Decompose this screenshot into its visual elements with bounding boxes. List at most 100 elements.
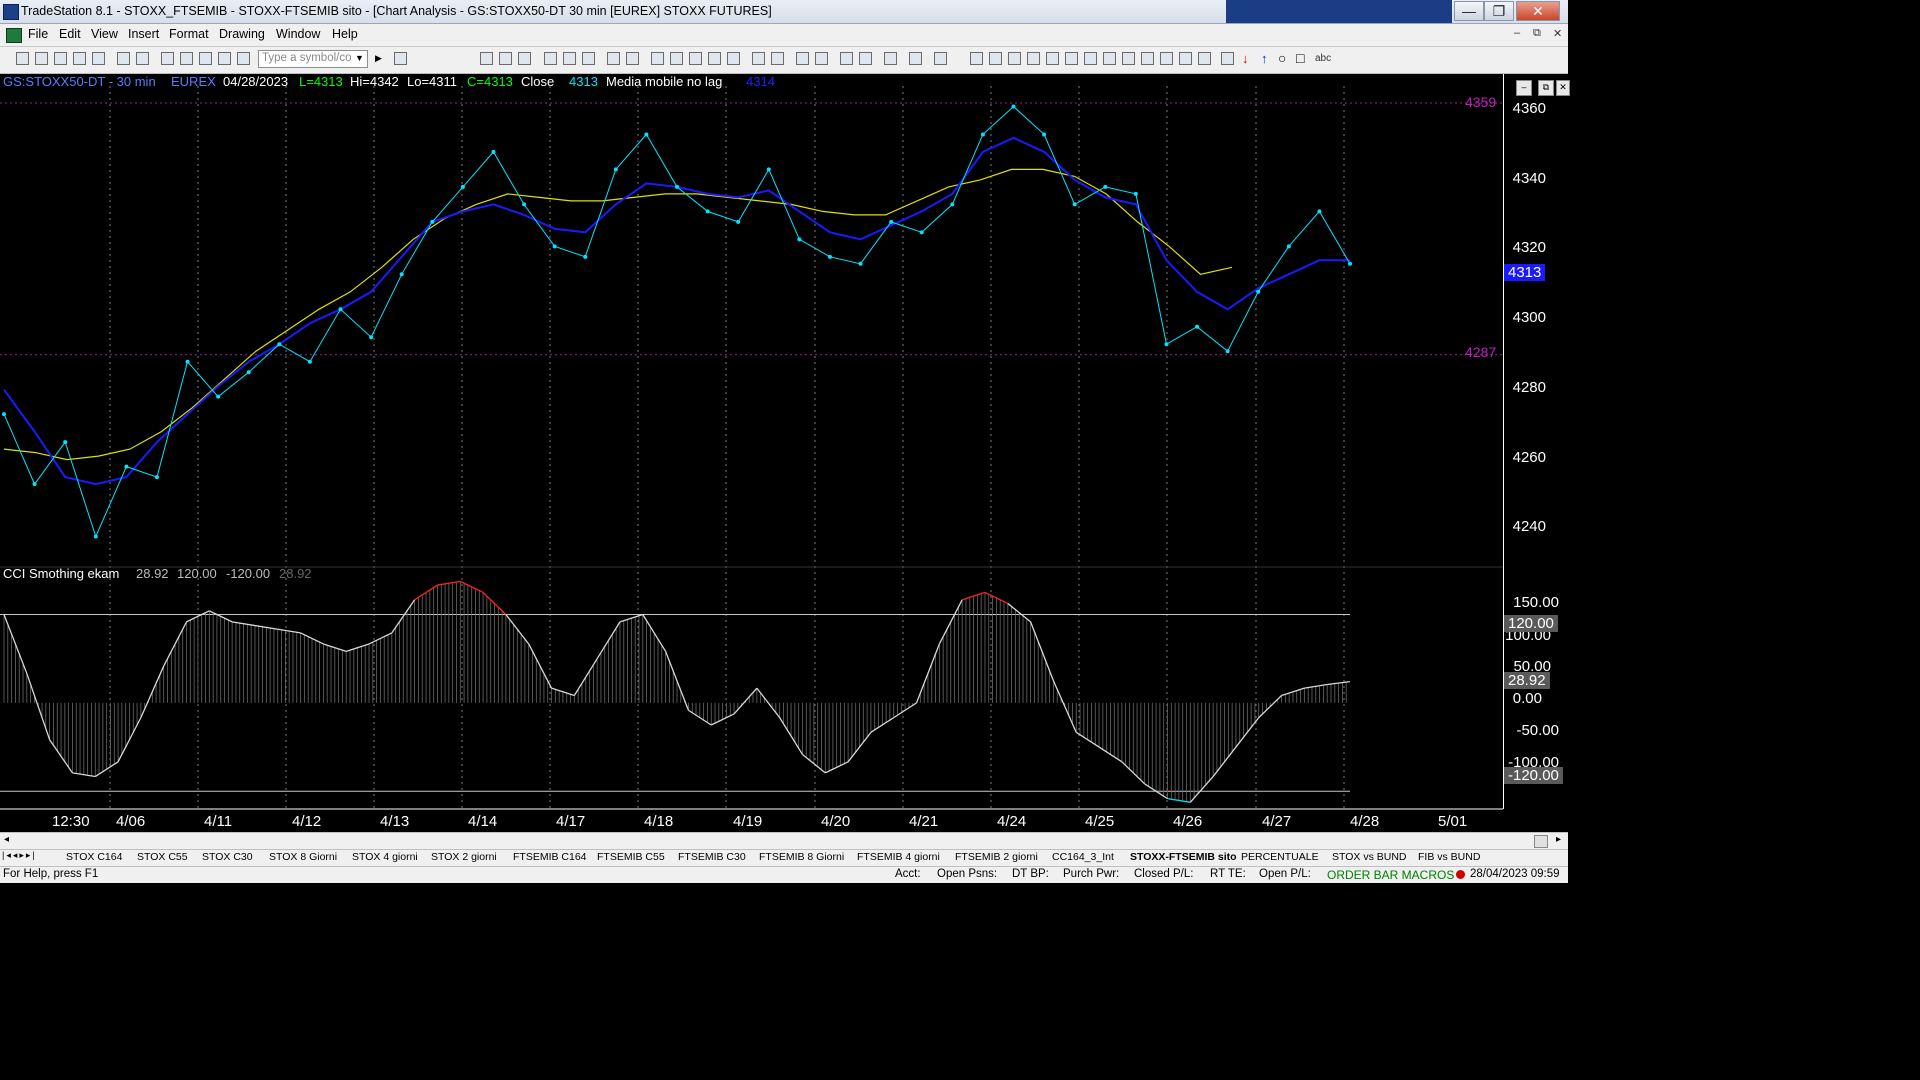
line-chart-icon[interactable] bbox=[727, 52, 740, 65]
tab-ftsemib-c164[interactable]: FTSEMIB C164 bbox=[513, 850, 587, 865]
scroll-thumb[interactable] bbox=[1534, 835, 1548, 848]
text-tool-icon[interactable]: abc bbox=[1315, 53, 1331, 64]
tab-stox-c164[interactable]: STOX C164 bbox=[66, 850, 122, 865]
scroll-left-arrow-icon[interactable]: ◂ bbox=[4, 834, 9, 845]
print-icon[interactable] bbox=[136, 52, 149, 65]
channel-icon[interactable] bbox=[1027, 52, 1040, 65]
new-icon[interactable] bbox=[16, 52, 29, 65]
tab-nav-arrows-icon[interactable]: |◂◂▸▸| bbox=[2, 850, 37, 861]
lock-icon[interactable] bbox=[199, 52, 212, 65]
scroll-right-arrow-icon[interactable]: ▸ bbox=[1556, 834, 1561, 845]
symbol-input[interactable]: Type a symbol/co bbox=[258, 50, 368, 68]
data-window-icon[interactable] bbox=[626, 52, 639, 65]
horizontal-scrollbar[interactable]: ◂ ▸ bbox=[0, 832, 1568, 849]
zoom-in-icon[interactable] bbox=[796, 52, 809, 65]
tab-ftsemib-c30[interactable]: FTSEMIB C30 bbox=[678, 850, 746, 865]
pane-close-button[interactable]: ✕ bbox=[1556, 80, 1570, 96]
chart-doc-icon[interactable] bbox=[6, 28, 22, 43]
tab-cc164-3-int[interactable]: CC164_3_Int bbox=[1052, 850, 1114, 865]
tab-stox-2-giorni[interactable]: STOX 2 giorni bbox=[431, 850, 497, 865]
menu-edit[interactable]: Edit bbox=[59, 27, 81, 41]
play-icon[interactable]: ▶ bbox=[375, 53, 382, 64]
mdi-close-button[interactable]: ✕ bbox=[1553, 27, 1562, 40]
tab-fib-vs-bund[interactable]: FIB vs BUND bbox=[1418, 850, 1480, 865]
scroll-right-icon[interactable] bbox=[771, 52, 784, 65]
print-preview-icon[interactable] bbox=[117, 52, 130, 65]
ellipse-icon[interactable]: ○ bbox=[1278, 50, 1286, 66]
pane-restore-button[interactable]: ⧉ bbox=[1538, 80, 1554, 96]
analysis-icon[interactable] bbox=[544, 52, 557, 65]
trendline-icon[interactable] bbox=[970, 52, 983, 65]
gann-icon[interactable] bbox=[1065, 52, 1078, 65]
save-icon[interactable] bbox=[54, 52, 67, 65]
pane-minimize-button[interactable]: – bbox=[1516, 80, 1532, 96]
open-icon[interactable] bbox=[35, 52, 48, 65]
globe-icon[interactable] bbox=[237, 52, 250, 65]
chart-style-icon[interactable] bbox=[480, 52, 493, 65]
vertical-line-icon[interactable] bbox=[989, 52, 1002, 65]
cascade-icon[interactable] bbox=[161, 52, 174, 65]
chart-area[interactable]: GS:STOXX50-DT - 30 min EUREX 04/28/2023 … bbox=[0, 74, 1570, 834]
chart-canvas[interactable] bbox=[0, 74, 1568, 834]
close-button[interactable]: ✕ bbox=[1516, 1, 1560, 21]
macro-icon[interactable] bbox=[218, 52, 231, 65]
scroll-left-icon[interactable] bbox=[752, 52, 765, 65]
strategy-icon[interactable] bbox=[582, 52, 595, 65]
chevron-down-icon[interactable]: ▼ bbox=[355, 53, 364, 63]
grid-icon[interactable] bbox=[518, 52, 531, 65]
andrews-icon[interactable] bbox=[1103, 52, 1116, 65]
order-bar-macros-button[interactable]: ORDER BAR MACROS bbox=[1327, 868, 1454, 882]
maximize-button[interactable]: ❐ bbox=[1484, 1, 1514, 21]
speed-lines-icon[interactable] bbox=[1084, 52, 1097, 65]
tools-icon[interactable] bbox=[884, 52, 897, 65]
radar-icon[interactable] bbox=[670, 52, 683, 65]
tile-icon[interactable] bbox=[180, 52, 193, 65]
symbol-lookup-icon[interactable] bbox=[394, 52, 407, 65]
tab-stox-vs-bund[interactable]: STOX vs BUND bbox=[1332, 850, 1406, 865]
tab-percentuale[interactable]: PERCENTUALE bbox=[1241, 850, 1319, 865]
tab-stox-8-giorni[interactable]: STOX 8 Giorni bbox=[269, 850, 337, 865]
pointer-icon[interactable] bbox=[840, 52, 853, 65]
crosshair-icon[interactable] bbox=[859, 52, 872, 65]
ruler-icon[interactable] bbox=[1141, 52, 1154, 65]
tab-ftsemib-8-giorni[interactable]: FTSEMIB 8 Giorni bbox=[759, 850, 844, 865]
tab-stox-c55[interactable]: STOX C55 bbox=[137, 850, 188, 865]
rectangle-icon[interactable]: □ bbox=[1296, 50, 1304, 66]
fib-icon[interactable] bbox=[1046, 52, 1059, 65]
chart-style2-icon[interactable] bbox=[499, 52, 512, 65]
menu-help[interactable]: Help bbox=[332, 27, 358, 41]
arrow-down-icon[interactable]: ↓ bbox=[1242, 51, 1249, 66]
mdi-restore-button[interactable]: ⧉ bbox=[1533, 27, 1541, 40]
zoom-out-icon[interactable] bbox=[815, 52, 828, 65]
menu-view[interactable]: View bbox=[91, 27, 118, 41]
arrow-up-icon[interactable]: ↑ bbox=[1261, 51, 1268, 66]
tab-ftsemib-c55[interactable]: FTSEMIB C55 bbox=[597, 850, 665, 865]
menu-drawing[interactable]: Drawing bbox=[219, 27, 265, 41]
tab-stox-4-giorni[interactable]: STOX 4 giorni bbox=[352, 850, 418, 865]
minimize-button[interactable]: — bbox=[1454, 1, 1484, 21]
tab-stox-c30[interactable]: STOX C30 bbox=[202, 850, 253, 865]
tab-stoxx-ftsemib-sito[interactable]: STOXX-FTSEMIB sito bbox=[1130, 850, 1237, 865]
menu-file[interactable]: File bbox=[28, 27, 48, 41]
bar-chart-icon[interactable] bbox=[689, 52, 702, 65]
mdi-minimize-button[interactable]: – bbox=[1514, 27, 1520, 39]
regression-icon[interactable] bbox=[1122, 52, 1135, 65]
alert-icon[interactable] bbox=[909, 52, 922, 65]
scanner-icon[interactable] bbox=[651, 52, 664, 65]
menu-format[interactable]: Format bbox=[169, 27, 209, 41]
workspace-icon[interactable] bbox=[92, 52, 105, 65]
snap-icon[interactable] bbox=[934, 52, 947, 65]
tab-ftsemib-4-giorni[interactable]: FTSEMIB 4 giorni bbox=[857, 850, 940, 865]
format-icon[interactable] bbox=[607, 52, 620, 65]
menu-window[interactable]: Window bbox=[276, 27, 320, 41]
candles-icon[interactable] bbox=[708, 52, 721, 65]
curve-icon[interactable] bbox=[1221, 52, 1234, 65]
cycle-icon[interactable] bbox=[1160, 52, 1173, 65]
indicator-icon[interactable] bbox=[563, 52, 576, 65]
menu-insert[interactable]: Insert bbox=[128, 27, 159, 41]
horizontal-line-icon[interactable] bbox=[1008, 52, 1021, 65]
arc-icon[interactable] bbox=[1179, 52, 1192, 65]
new-window-icon[interactable] bbox=[73, 52, 86, 65]
tab-ftsemib-2-giorni[interactable]: FTSEMIB 2 giorni bbox=[955, 850, 1038, 865]
freehand-icon[interactable] bbox=[1198, 52, 1211, 65]
